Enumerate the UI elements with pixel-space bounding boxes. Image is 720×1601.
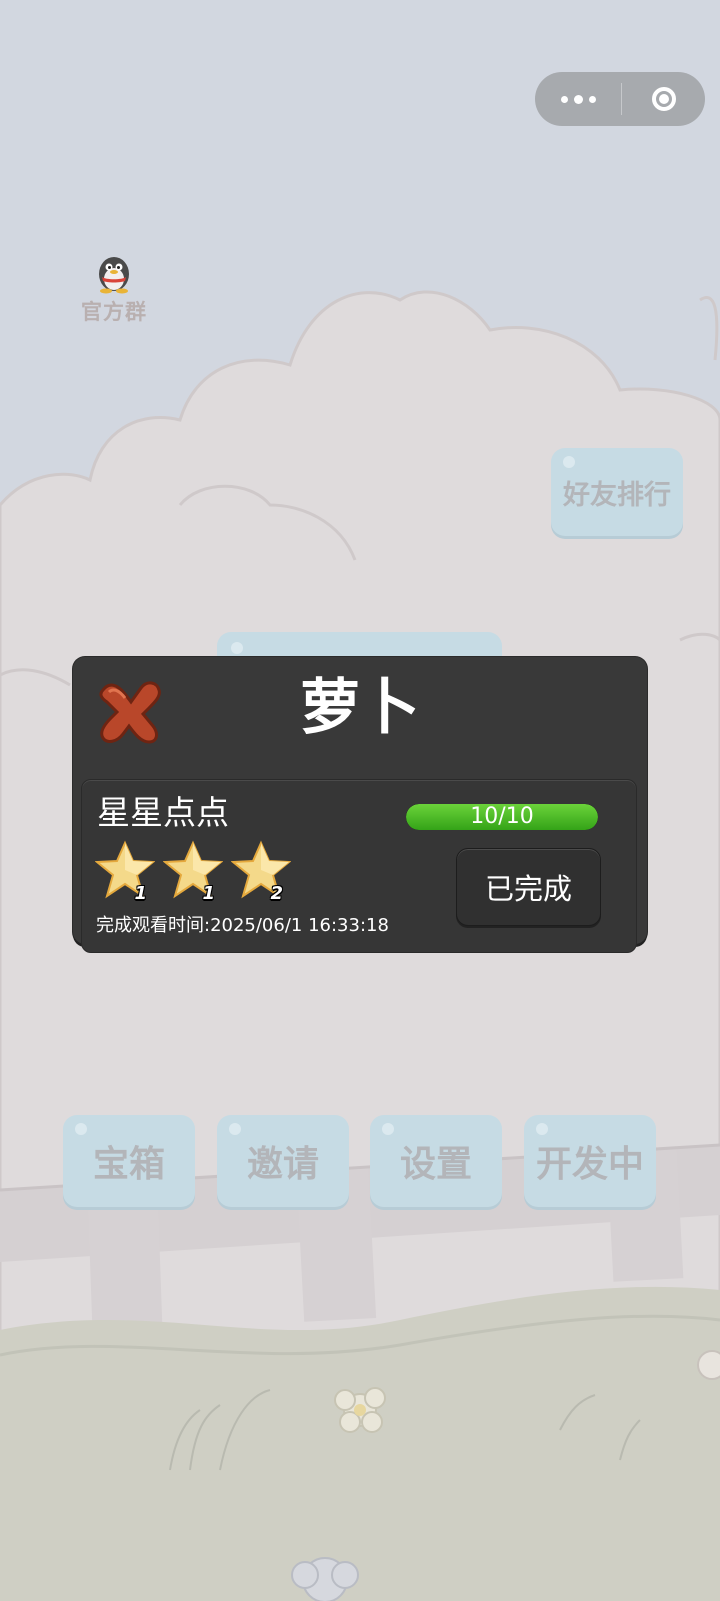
settings-button[interactable]: 设置	[370, 1115, 502, 1207]
settings-label: 设置	[399, 1144, 472, 1185]
qq-penguin-icon	[99, 257, 129, 294]
invite-label: 邀请	[246, 1144, 319, 1185]
star-reward-3: 2	[230, 840, 292, 904]
official-group-button[interactable]: 官方群	[74, 252, 154, 326]
friend-rank-label: 好友排行	[563, 479, 671, 511]
completed-button[interactable]: 已完成	[456, 848, 601, 926]
red-x-icon[interactable]	[95, 676, 165, 746]
in-development-button[interactable]: 开发中	[524, 1115, 656, 1207]
invite-button[interactable]: 邀请	[217, 1115, 349, 1207]
target-circle-icon[interactable]	[622, 72, 705, 126]
completion-time: 完成观看时间:2025/06/1 16:33:18	[96, 915, 389, 936]
achievement-name: 星星点点	[97, 793, 229, 832]
star-reward-1: 1	[94, 840, 156, 904]
completed-label: 已完成	[484, 872, 572, 906]
treasure-chest-label: 宝箱	[92, 1144, 165, 1185]
star-rewards: 1 1 2	[94, 840, 292, 904]
friend-rank-button[interactable]: 好友排行	[551, 448, 683, 536]
treasure-chest-button[interactable]: 宝箱	[63, 1115, 195, 1207]
progress-text: 10/10	[470, 804, 534, 829]
dialog-title: 萝卜	[300, 673, 420, 743]
official-group-label: 官方群	[81, 300, 147, 324]
miniprogram-capsule	[535, 72, 705, 126]
star-reward-2: 1	[162, 840, 224, 904]
star-count: 1	[202, 883, 215, 904]
star-count: 2	[270, 883, 283, 904]
star-count: 1	[134, 883, 147, 904]
more-dots-icon[interactable]	[535, 72, 621, 126]
in-development-label: 开发中	[535, 1144, 644, 1185]
